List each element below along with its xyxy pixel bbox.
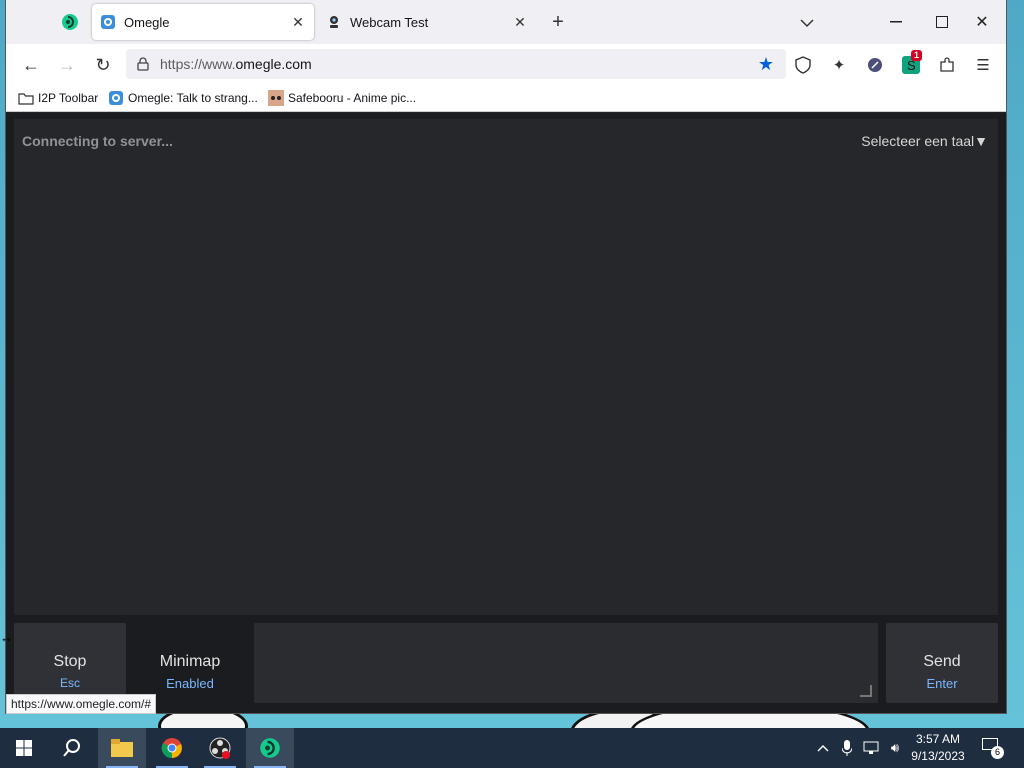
chrome-icon [161,738,182,759]
safebooru-icon [268,90,284,106]
taskbar-browser[interactable] [246,728,294,768]
close-tab-icon[interactable]: ✕ [290,14,306,30]
obs-icon [209,737,231,759]
tab-title: Webcam Test [350,14,429,30]
resize-cursor-icon: ↔ [0,630,13,645]
extension-circle-icon[interactable] [864,54,886,76]
taskbar-file-explorer[interactable] [98,728,146,768]
clock[interactable]: 3:57 AM 9/13/2023 [902,731,974,765]
stop-button[interactable]: Stop Esc [14,623,126,703]
new-tab-button[interactable]: + [546,10,570,34]
webcam-icon [330,16,338,28]
omegle-icon [108,90,124,106]
shield-icon[interactable] [792,54,814,76]
reload-icon[interactable]: ↻ [90,52,116,78]
forward-arrow-icon[interactable]: → [54,52,80,78]
start-button[interactable] [0,728,48,768]
browser-logo-icon [62,14,78,30]
tab-bar: Omegle ✕ Webcam Test ✕ + ✕ [6,0,1006,44]
minimize-button[interactable] [882,8,910,36]
microphone-icon[interactable] [838,738,856,758]
url-text[interactable]: https://www.omegle.com [160,56,312,72]
show-hidden-icons-chevron-icon[interactable] [814,738,832,758]
message-input[interactable] [254,623,878,703]
menu-hamburger-icon[interactable]: ☰ [972,54,994,76]
folder-icon [111,739,133,757]
browser-logo-icon [260,738,280,758]
folder-icon [18,92,34,105]
lock-icon[interactable] [126,57,160,71]
tab-title: Omegle [124,14,170,30]
tab-omegle[interactable]: Omegle ✕ [92,4,314,40]
extension-s-icon[interactable]: S 1 [900,50,923,76]
minimap-label: Minimap [159,653,221,670]
extensions-puzzle-icon[interactable] [936,54,958,76]
control-row: Stop Esc Minimap Enabled Send Enter [14,623,998,703]
extension-badge: 1 [911,50,923,61]
send-button[interactable]: Send Enter [886,623,998,703]
omegle-icon [101,15,115,29]
send-hint: Enter [926,676,958,691]
back-arrow-icon[interactable]: ← [18,52,44,78]
notification-count: 6 [991,746,1004,759]
taskbar-chrome[interactable] [148,728,196,768]
taskbar: 🔊︎ 3:57 AM 9/13/2023 6 [0,728,1024,768]
clock-time: 3:57 AM [915,732,961,746]
minimap-toggle[interactable]: Minimap Enabled [134,623,246,703]
bookmark-omegle[interactable]: Omegle: Talk to strang... [108,89,258,107]
chat-log: Connecting to server... Selecteer een ta… [14,119,998,615]
magic-wand-icon[interactable]: ✦ [828,54,850,76]
navigation-bar: ← → ↻ https://www.omegle.com ★ ✦ S 1 ☰ [6,44,1006,84]
clock-date: 9/13/2023 [911,749,965,763]
language-selector[interactable]: Selecteer een taal▼ [861,133,988,149]
search-button[interactable] [48,728,96,768]
bookmark-star-icon[interactable]: ★ [756,54,776,74]
network-icon[interactable] [862,738,880,758]
bookmark-i2p-toolbar[interactable]: I2P Toolbar [18,89,98,107]
omegle-page: Connecting to server... Selecteer een ta… [6,113,1006,713]
close-window-button[interactable]: ✕ [968,8,996,36]
close-tab-icon[interactable]: ✕ [512,14,528,30]
connection-status: Connecting to server... [22,133,173,149]
stop-label: Stop [53,653,87,670]
resize-handle-icon[interactable] [860,685,872,697]
taskbar-obs[interactable] [196,728,244,768]
windows-logo-icon [16,740,32,756]
stop-hint: Esc [59,676,80,690]
minimap-state: Enabled [166,676,214,691]
bookmark-safebooru[interactable]: Safebooru - Anime pic... [268,89,416,107]
tab-webcam-test[interactable]: Webcam Test ✕ [318,4,536,40]
address-bar[interactable]: https://www.omegle.com ★ [126,49,786,79]
bookmarks-toolbar: I2P Toolbar Omegle: Talk to strang... Sa… [6,84,1006,112]
notification-center-icon[interactable]: 6 [982,738,1004,759]
pinned-tab[interactable] [52,8,88,36]
link-status-tooltip: https://www.omegle.com/# [6,694,157,714]
maximize-button[interactable] [928,8,956,36]
browser-window: Omegle ✕ Webcam Test ✕ + ✕ ← → ↻ https:/… [6,0,1006,713]
send-label: Send [923,653,961,670]
search-icon [63,739,80,757]
list-tabs-chevron-icon[interactable] [796,12,818,34]
